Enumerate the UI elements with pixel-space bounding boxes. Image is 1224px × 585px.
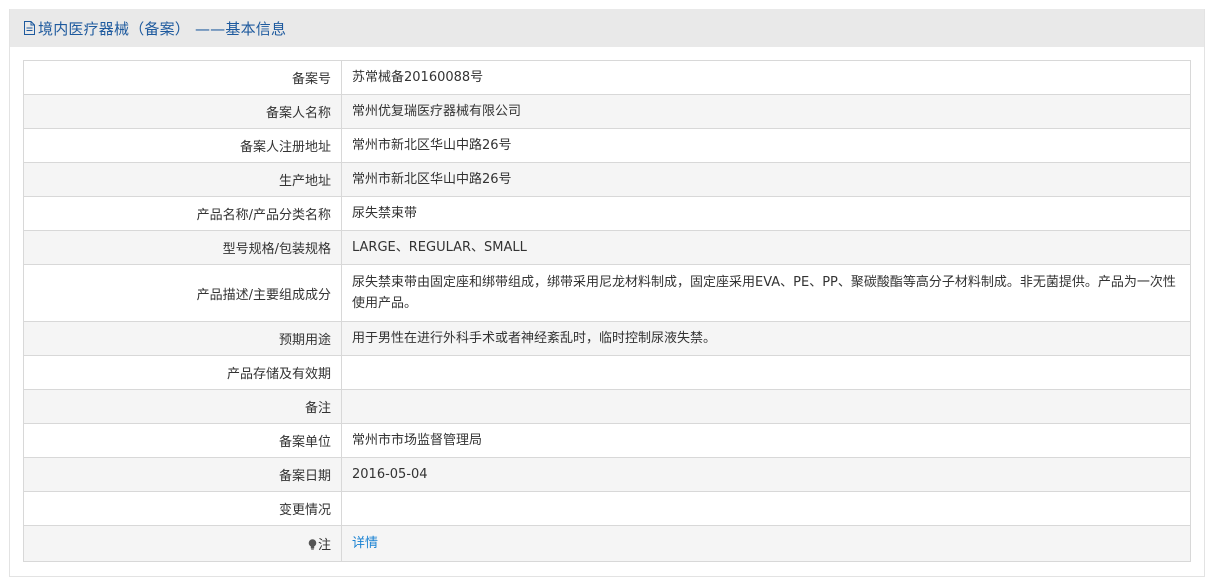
row-label: 预期用途 (23, 321, 342, 356)
row-label: 备案单位 (23, 423, 342, 458)
row-label: 产品存储及有效期 (23, 355, 342, 390)
info-panel: 境内医疗器械（备案） ——基本信息 备案号 苏常械备20160088号 备案人名… (9, 9, 1205, 577)
table-row: 备案人名称 常州优复瑞医疗器械有限公司 (23, 94, 1191, 129)
row-value (341, 491, 1191, 526)
row-label: 备案号 (23, 60, 342, 95)
table-wrapper: 备案号 苏常械备20160088号 备案人名称 常州优复瑞医疗器械有限公司 备案… (10, 47, 1204, 562)
details-link[interactable]: 详情 (352, 536, 378, 551)
table-row: 产品存储及有效期 (23, 355, 1191, 390)
document-icon (24, 21, 35, 35)
row-value (341, 355, 1191, 390)
page-title: 境内医疗器械（备案） ——基本信息 (38, 19, 287, 38)
row-value: 用于男性在进行外科手术或者神经紊乱时，临时控制尿液失禁。 (341, 321, 1191, 356)
row-value: 常州优复瑞医疗器械有限公司 (341, 94, 1191, 129)
row-value (341, 389, 1191, 424)
table-row: 产品名称/产品分类名称 尿失禁束带 (23, 196, 1191, 231)
row-label: 变更情况 (23, 491, 342, 526)
row-value: 常州市新北区华山中路26号 (341, 162, 1191, 197)
page: 境内医疗器械（备案） ——基本信息 备案号 苏常械备20160088号 备案人名… (0, 0, 1224, 585)
row-label: 备案人名称 (23, 94, 342, 129)
row-value: LARGE、REGULAR、SMALL (341, 230, 1191, 265)
table-row: 备案单位 常州市市场监督管理局 (23, 423, 1191, 458)
note-row: 注 详情 (23, 525, 1191, 562)
row-label: 型号规格/包装规格 (23, 230, 342, 265)
row-label: 备案人注册地址 (23, 128, 342, 163)
row-value: 苏常械备20160088号 (341, 60, 1191, 95)
table-row: 变更情况 (23, 491, 1191, 526)
table-row: 生产地址 常州市新北区华山中路26号 (23, 162, 1191, 197)
lightbulb-icon (308, 539, 317, 550)
note-label-cell: 注 (23, 525, 342, 562)
row-value: 常州市市场监督管理局 (341, 423, 1191, 458)
table-row: 备案日期 2016-05-04 (23, 457, 1191, 492)
note-value-cell: 详情 (341, 525, 1191, 562)
table-row: 型号规格/包装规格 LARGE、REGULAR、SMALL (23, 230, 1191, 265)
row-label: 产品名称/产品分类名称 (23, 196, 342, 231)
row-label: 备案日期 (23, 457, 342, 492)
row-value: 2016-05-04 (341, 457, 1191, 492)
info-table: 备案号 苏常械备20160088号 备案人名称 常州优复瑞医疗器械有限公司 备案… (23, 60, 1191, 562)
table-row: 备案人注册地址 常州市新北区华山中路26号 (23, 128, 1191, 163)
row-value: 常州市新北区华山中路26号 (341, 128, 1191, 163)
table-row: 产品描述/主要组成成分 尿失禁束带由固定座和绑带组成，绑带采用尼龙材料制成，固定… (23, 264, 1191, 322)
row-label: 生产地址 (23, 162, 342, 197)
row-value: 尿失禁束带 (341, 196, 1191, 231)
table-row: 备案号 苏常械备20160088号 (23, 60, 1191, 95)
table-row: 预期用途 用于男性在进行外科手术或者神经紊乱时，临时控制尿液失禁。 (23, 321, 1191, 356)
row-label: 备注 (23, 389, 342, 424)
panel-header: 境内医疗器械（备案） ——基本信息 (10, 9, 1204, 47)
table-row: 备注 (23, 389, 1191, 424)
row-label: 产品描述/主要组成成分 (23, 264, 342, 322)
row-value: 尿失禁束带由固定座和绑带组成，绑带采用尼龙材料制成，固定座采用EVA、PE、PP… (341, 264, 1191, 322)
note-label: 注 (317, 538, 331, 553)
